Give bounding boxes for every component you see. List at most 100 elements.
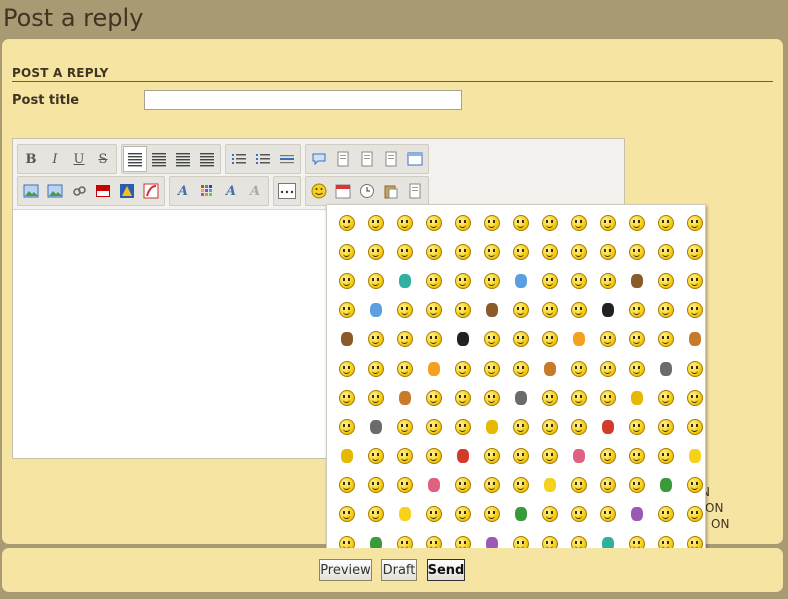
more-button[interactable] xyxy=(275,178,299,204)
smiley-item[interactable] xyxy=(593,383,622,412)
smiley-item[interactable] xyxy=(477,442,506,471)
smiley-item[interactable] xyxy=(564,500,593,529)
smiley-item[interactable] xyxy=(361,412,390,441)
smiley-item[interactable] xyxy=(361,208,390,237)
smiley-item[interactable] xyxy=(477,325,506,354)
smiley-item[interactable] xyxy=(593,296,622,325)
smiley-item[interactable] xyxy=(390,412,419,441)
smiley-item[interactable] xyxy=(564,471,593,500)
smiley-item[interactable] xyxy=(680,237,709,266)
smiley-item[interactable] xyxy=(564,354,593,383)
smiley-item[interactable] xyxy=(622,471,651,500)
smiley-item[interactable] xyxy=(332,383,361,412)
smiley-item[interactable] xyxy=(506,325,535,354)
paste-text-button[interactable] xyxy=(403,178,427,204)
smiley-item[interactable] xyxy=(593,266,622,295)
smiley-item[interactable] xyxy=(390,383,419,412)
bullet-list-button[interactable] xyxy=(227,146,251,172)
smiley-item[interactable] xyxy=(477,266,506,295)
smiley-item[interactable] xyxy=(651,266,680,295)
smiley-item[interactable] xyxy=(680,500,709,529)
smiley-item[interactable] xyxy=(390,500,419,529)
smiley-item[interactable] xyxy=(622,266,651,295)
smiley-item[interactable] xyxy=(477,354,506,383)
smiley-item[interactable] xyxy=(622,208,651,237)
smiley-item[interactable] xyxy=(680,208,709,237)
smiley-item[interactable] xyxy=(651,471,680,500)
smiley-item[interactable] xyxy=(448,412,477,441)
smiley-item[interactable] xyxy=(680,383,709,412)
send-button[interactable]: Send xyxy=(427,559,465,581)
smiley-item[interactable] xyxy=(535,471,564,500)
smiley-item[interactable] xyxy=(448,237,477,266)
smiley-item[interactable] xyxy=(680,325,709,354)
smiley-item[interactable] xyxy=(361,471,390,500)
smiley-item[interactable] xyxy=(593,412,622,441)
smiley-item[interactable] xyxy=(506,500,535,529)
smiley-item[interactable] xyxy=(419,325,448,354)
smiley-item[interactable] xyxy=(506,208,535,237)
smiley-item[interactable] xyxy=(535,208,564,237)
smiley-item[interactable] xyxy=(651,237,680,266)
smiley-item[interactable] xyxy=(535,266,564,295)
smiley-item[interactable] xyxy=(390,354,419,383)
bold-button[interactable]: B xyxy=(19,146,43,172)
smiley-item[interactable] xyxy=(419,471,448,500)
smiley-item[interactable] xyxy=(477,237,506,266)
smiley-item[interactable] xyxy=(651,208,680,237)
smiley-item[interactable] xyxy=(651,500,680,529)
paste-button[interactable] xyxy=(379,178,403,204)
font-face-button[interactable]: A xyxy=(219,178,243,204)
align-center-button[interactable] xyxy=(147,146,171,172)
smiley-item[interactable] xyxy=(622,500,651,529)
smiley-item[interactable] xyxy=(564,237,593,266)
smiley-item[interactable] xyxy=(506,266,535,295)
underline-button[interactable]: U xyxy=(67,146,91,172)
smiley-item[interactable] xyxy=(332,296,361,325)
smiley-item[interactable] xyxy=(535,325,564,354)
smiley-item[interactable] xyxy=(448,383,477,412)
smiley-item[interactable] xyxy=(564,442,593,471)
smiley-item[interactable] xyxy=(651,442,680,471)
smiley-item[interactable] xyxy=(419,354,448,383)
smiley-item[interactable] xyxy=(448,208,477,237)
smiley-item[interactable] xyxy=(622,442,651,471)
smiley-item[interactable] xyxy=(332,471,361,500)
smiley-item[interactable] xyxy=(332,412,361,441)
smiley-item[interactable] xyxy=(593,471,622,500)
smiley-item[interactable] xyxy=(448,325,477,354)
smiley-item[interactable] xyxy=(419,412,448,441)
smiley-item[interactable] xyxy=(361,383,390,412)
smiley-item[interactable] xyxy=(332,442,361,471)
smiley-item[interactable] xyxy=(535,500,564,529)
smiley-item[interactable] xyxy=(419,208,448,237)
smiley-item[interactable] xyxy=(361,354,390,383)
smiley-item[interactable] xyxy=(651,296,680,325)
smiley-item[interactable] xyxy=(593,237,622,266)
strikethrough-button[interactable]: S xyxy=(91,146,115,172)
smiley-item[interactable] xyxy=(680,266,709,295)
smiley-item[interactable] xyxy=(477,208,506,237)
smiley-item[interactable] xyxy=(593,325,622,354)
link-button[interactable] xyxy=(67,178,91,204)
smiley-item[interactable] xyxy=(622,296,651,325)
text-color-button[interactable] xyxy=(195,178,219,204)
smiley-item[interactable] xyxy=(535,383,564,412)
smiley-item[interactable] xyxy=(564,383,593,412)
flash-button[interactable] xyxy=(139,178,163,204)
smiley-item[interactable] xyxy=(564,325,593,354)
smiley-item[interactable] xyxy=(332,500,361,529)
font-size-button[interactable]: A xyxy=(171,178,195,204)
smiley-item[interactable] xyxy=(390,471,419,500)
smiley-item[interactable] xyxy=(390,266,419,295)
smiley-item[interactable] xyxy=(448,354,477,383)
smiley-item[interactable] xyxy=(419,266,448,295)
smiley-item[interactable] xyxy=(477,383,506,412)
code-button[interactable] xyxy=(331,146,355,172)
smiley-item[interactable] xyxy=(622,237,651,266)
smiley-item[interactable] xyxy=(390,442,419,471)
smiley-item[interactable] xyxy=(477,500,506,529)
smiley-item[interactable] xyxy=(535,354,564,383)
smiley-item[interactable] xyxy=(680,442,709,471)
smiley-item[interactable] xyxy=(564,266,593,295)
